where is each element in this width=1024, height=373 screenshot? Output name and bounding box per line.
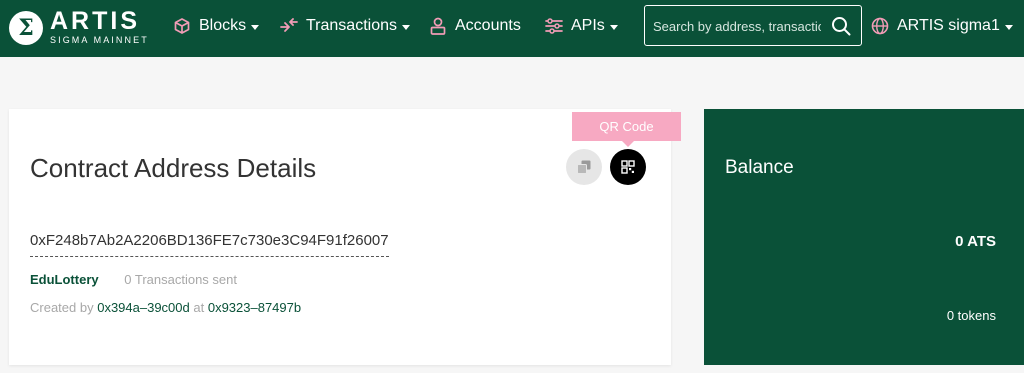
creation-tx-link[interactable]: 0x9323–87497b [208, 300, 301, 315]
transfer-arrows-icon [280, 17, 298, 35]
token-count[interactable]: 0 tokens [947, 308, 996, 323]
sigma-logo-icon: Σ [9, 10, 43, 45]
created-by-label: Created by [30, 300, 94, 315]
qr-code-button[interactable] [610, 149, 646, 185]
nav-blocks[interactable]: Blocks [173, 15, 260, 37]
created-by-line: Created by 0x394a–39c00d at 0x9323–87497… [30, 300, 301, 315]
balance-card: Balance 0 ATS 0 tokens [704, 109, 1024, 365]
search-icon[interactable] [831, 16, 851, 36]
contract-address-hash[interactable]: 0xF248b7Ab2A2206BD136FE7c730e3C94F91f260… [30, 232, 389, 257]
cube-icon [173, 17, 191, 35]
globe-icon [871, 17, 889, 35]
chevron-down-icon [1004, 24, 1013, 30]
artis-logo[interactable]: Σ ARTIS SIGMA MAINNET [9, 9, 149, 46]
search-input[interactable] [653, 15, 821, 37]
creator-address-link[interactable]: 0x394a–39c00d [97, 300, 190, 315]
qr-code-tooltip: QR Code [572, 112, 681, 141]
copy-address-button[interactable] [566, 149, 602, 185]
top-navbar: Σ ARTIS SIGMA MAINNET Blocks Transaction… [0, 0, 1024, 57]
logo-subtitle: SIGMA MAINNET [50, 35, 149, 45]
nav-apis-label: APIs [571, 17, 605, 34]
contract-name[interactable]: EduLottery [30, 272, 99, 287]
search-box [644, 5, 862, 46]
chevron-down-icon [402, 24, 410, 30]
balance-value: 0 ATS [955, 233, 996, 250]
chevron-down-icon [609, 24, 618, 30]
contract-meta: EduLottery 0 Transactions sent [30, 272, 237, 287]
nav-blocks-label: Blocks [199, 17, 247, 34]
sliders-icon [545, 17, 563, 35]
address-details-card: Contract Address Details QR Code 0xF248b… [9, 109, 681, 365]
nav-apis[interactable]: APIs [545, 15, 618, 37]
transactions-sent-count: 0 Transactions sent [124, 272, 237, 287]
nav-transactions[interactable]: Transactions [280, 15, 410, 37]
qr-code-icon [621, 160, 635, 174]
copy-icon [577, 160, 591, 174]
tooltip-arrow [622, 141, 634, 147]
balance-title: Balance [725, 157, 794, 178]
page-title: Contract Address Details [30, 153, 317, 183]
nav-accounts-label: Accounts [455, 17, 521, 34]
nav-transactions-label: Transactions [306, 17, 397, 34]
logo-name: ARTIS [50, 7, 140, 35]
network-label: ARTIS sigma1 [897, 17, 1000, 34]
chevron-down-icon [251, 24, 260, 30]
network-selector[interactable]: ARTIS sigma1 [871, 15, 1013, 37]
at-label: at [193, 300, 205, 315]
user-icon [429, 17, 447, 35]
nav-accounts[interactable]: Accounts [429, 15, 521, 37]
